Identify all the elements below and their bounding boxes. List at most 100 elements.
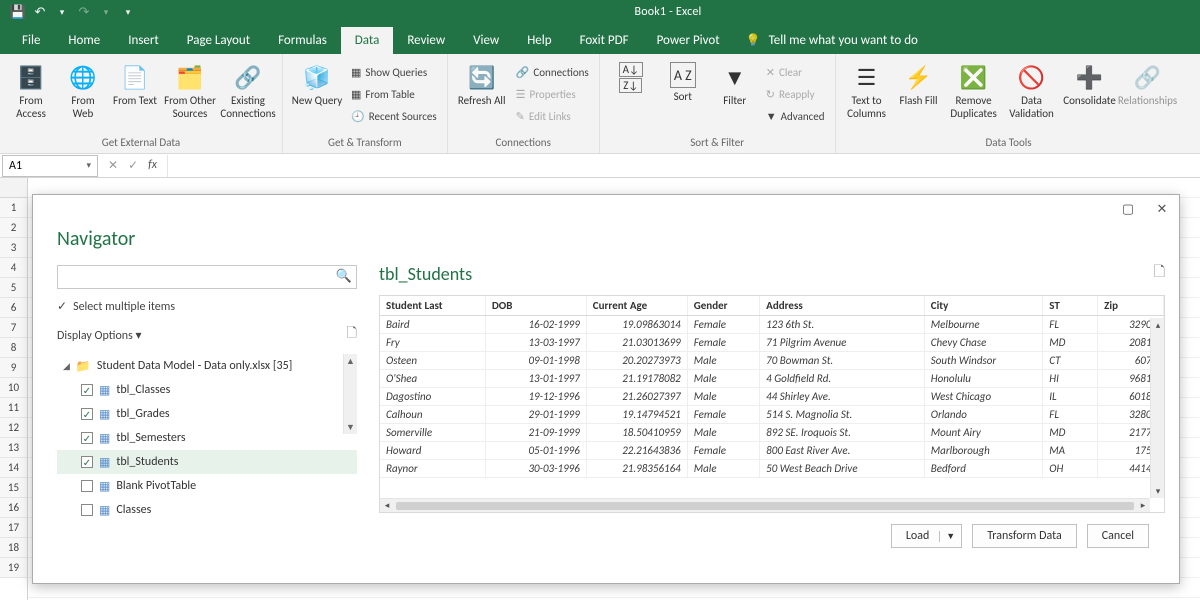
search-input[interactable]: [57, 265, 357, 289]
file-tab[interactable]: File: [8, 27, 54, 54]
transform-data-button[interactable]: Transform Data: [972, 524, 1077, 548]
from-access-button[interactable]: 🗄️From Access: [8, 58, 54, 120]
name-box[interactable]: A1: [2, 155, 98, 177]
close-button[interactable]: ✕: [1151, 198, 1173, 220]
tab-page-layout[interactable]: Page Layout: [173, 27, 264, 54]
connections-button[interactable]: 🔗Connections: [514, 62, 591, 82]
tree-scrollbar[interactable]: ▲▼: [343, 354, 357, 434]
tab-home[interactable]: Home: [54, 27, 114, 54]
row-header[interactable]: 18: [0, 538, 27, 558]
table-row[interactable]: Howard05-01-199622.21643836Female800 Eas…: [380, 442, 1164, 460]
from-other-sources-button[interactable]: 🗂️From Other Sources: [164, 58, 216, 120]
flash-fill-button[interactable]: ⚡Flash Fill: [896, 58, 942, 107]
column-header[interactable]: Current Age: [586, 296, 687, 316]
scroll-thumb[interactable]: [396, 502, 1134, 510]
recent-sources-button[interactable]: 🕘Recent Sources: [349, 106, 439, 126]
refresh-icon[interactable]: 🗋: [347, 324, 357, 346]
tab-formulas[interactable]: Formulas: [264, 27, 341, 54]
row-header[interactable]: 5: [0, 278, 27, 298]
row-header[interactable]: 7: [0, 318, 27, 338]
checkbox-icon[interactable]: ✓: [81, 456, 93, 468]
collapse-icon[interactable]: ◢: [63, 361, 70, 372]
row-header[interactable]: 10: [0, 378, 27, 398]
column-header[interactable]: Student Last: [380, 296, 485, 316]
row-header[interactable]: 14: [0, 458, 27, 478]
save-icon[interactable]: 💾: [10, 4, 26, 20]
checkbox-icon[interactable]: ✓: [81, 432, 93, 444]
from-web-button[interactable]: 🌐From Web: [60, 58, 106, 120]
checkbox-icon[interactable]: [81, 504, 93, 516]
tab-data[interactable]: Data: [341, 27, 394, 54]
table-vertical-scrollbar[interactable]: ▴▾: [1150, 318, 1164, 498]
tab-view[interactable]: View: [459, 27, 513, 54]
table-row[interactable]: Calhoun29-01-199919.14794521Female514 S.…: [380, 406, 1164, 424]
tree-item-tbl_classes[interactable]: ✓▦tbl_Classes: [57, 378, 357, 402]
row-header[interactable]: 13: [0, 438, 27, 458]
from-table-button[interactable]: ▦From Table: [349, 84, 439, 104]
search-icon[interactable]: 🔍: [336, 269, 352, 284]
maximize-button[interactable]: ▢: [1117, 198, 1139, 220]
row-header[interactable]: 9: [0, 358, 27, 378]
cancel-button[interactable]: Cancel: [1087, 524, 1149, 548]
row-header[interactable]: 1: [0, 198, 27, 218]
remove-duplicates-button[interactable]: ❎Remove Duplicates: [948, 58, 1000, 120]
row-header[interactable]: 17: [0, 518, 27, 538]
scroll-down-icon[interactable]: ▼: [344, 420, 357, 434]
undo-dropdown-icon[interactable]: ▾: [54, 4, 70, 20]
tree-item-tbl_grades[interactable]: ✓▦tbl_Grades: [57, 402, 357, 426]
row-header[interactable]: 11: [0, 398, 27, 418]
select-multiple-checkbox[interactable]: ✓ Select multiple items: [57, 299, 357, 314]
row-header[interactable]: 12: [0, 418, 27, 438]
column-header[interactable]: DOB: [485, 296, 586, 316]
row-header[interactable]: 2: [0, 218, 27, 238]
table-horizontal-scrollbar[interactable]: ◂▸: [380, 498, 1150, 512]
tab-foxit-pdf[interactable]: Foxit PDF: [566, 27, 643, 54]
qat-customize-icon[interactable]: ▾: [120, 4, 136, 20]
table-row[interactable]: Osteen09-01-199820.20273973Male70 Bowman…: [380, 352, 1164, 370]
table-row[interactable]: Baird16-02-199919.09863014Female123 6th …: [380, 316, 1164, 334]
tree-item-tbl_semesters[interactable]: ✓▦tbl_Semesters: [57, 426, 357, 450]
table-row[interactable]: Somerville21-09-199918.50410959Male892 S…: [380, 424, 1164, 442]
advanced-filter-button[interactable]: ▼Advanced: [764, 106, 827, 126]
navigator-tree[interactable]: ◢ 📁 Student Data Model - Data only.xlsx …: [57, 354, 357, 575]
tab-insert[interactable]: Insert: [114, 27, 173, 54]
scroll-down-icon[interactable]: ▾: [1151, 484, 1165, 498]
row-header[interactable]: 19: [0, 558, 27, 578]
column-header[interactable]: Address: [760, 296, 925, 316]
table-row[interactable]: Fry13-03-199721.03013699Female71 Pilgrim…: [380, 334, 1164, 352]
scroll-left-icon[interactable]: ◂: [380, 499, 394, 513]
row-header[interactable]: 8: [0, 338, 27, 358]
tab-help[interactable]: Help: [513, 27, 565, 54]
row-header[interactable]: 6: [0, 298, 27, 318]
table-row[interactable]: O'Shea13-01-199721.19178082Male4 Goldfie…: [380, 370, 1164, 388]
checkbox-icon[interactable]: ✓: [81, 408, 93, 420]
scroll-up-icon[interactable]: ▲: [344, 354, 357, 368]
show-queries-button[interactable]: ▦Show Queries: [349, 62, 439, 82]
undo-icon[interactable]: ↶: [32, 4, 48, 20]
tree-item-blank-pivottable[interactable]: ▦Blank PivotTable: [57, 474, 357, 498]
redo-icon[interactable]: ↷: [76, 4, 92, 20]
new-query-button[interactable]: 🧊New Query: [291, 58, 343, 107]
from-text-button[interactable]: 📄From Text: [112, 58, 158, 107]
existing-connections-button[interactable]: 🔗Existing Connections: [222, 58, 274, 120]
sort-button[interactable]: A ZSort: [660, 58, 706, 103]
tell-me-search[interactable]: Tell me what you want to do: [734, 27, 930, 54]
data-validation-button[interactable]: 🚫Data Validation: [1006, 58, 1058, 120]
preview-table[interactable]: Student LastDOBCurrent AgeGenderAddress C…: [379, 295, 1165, 513]
tab-power-pivot[interactable]: Power Pivot: [643, 27, 734, 54]
row-header[interactable]: 15: [0, 478, 27, 498]
column-header[interactable]: ST: [1043, 296, 1098, 316]
refresh-all-button[interactable]: 🔄Refresh All: [456, 58, 508, 107]
checkbox-icon[interactable]: [81, 480, 93, 492]
column-header[interactable]: Gender: [687, 296, 759, 316]
column-header[interactable]: Zip: [1098, 296, 1164, 316]
sort-az-button[interactable]: A↓Z↓: [608, 58, 654, 92]
preview-options-icon[interactable]: 🗋: [1154, 261, 1165, 285]
row-header[interactable]: 4: [0, 258, 27, 278]
load-dropdown-icon[interactable]: ▼: [939, 531, 961, 542]
filter-button[interactable]: ▼Filter: [712, 58, 758, 107]
tree-item-tbl_students[interactable]: ✓▦tbl_Students: [57, 450, 357, 474]
tree-root-folder[interactable]: ◢ 📁 Student Data Model - Data only.xlsx …: [57, 354, 357, 378]
select-all-corner[interactable]: [0, 178, 27, 198]
text-to-columns-button[interactable]: ☰Text to Columns: [844, 58, 890, 120]
